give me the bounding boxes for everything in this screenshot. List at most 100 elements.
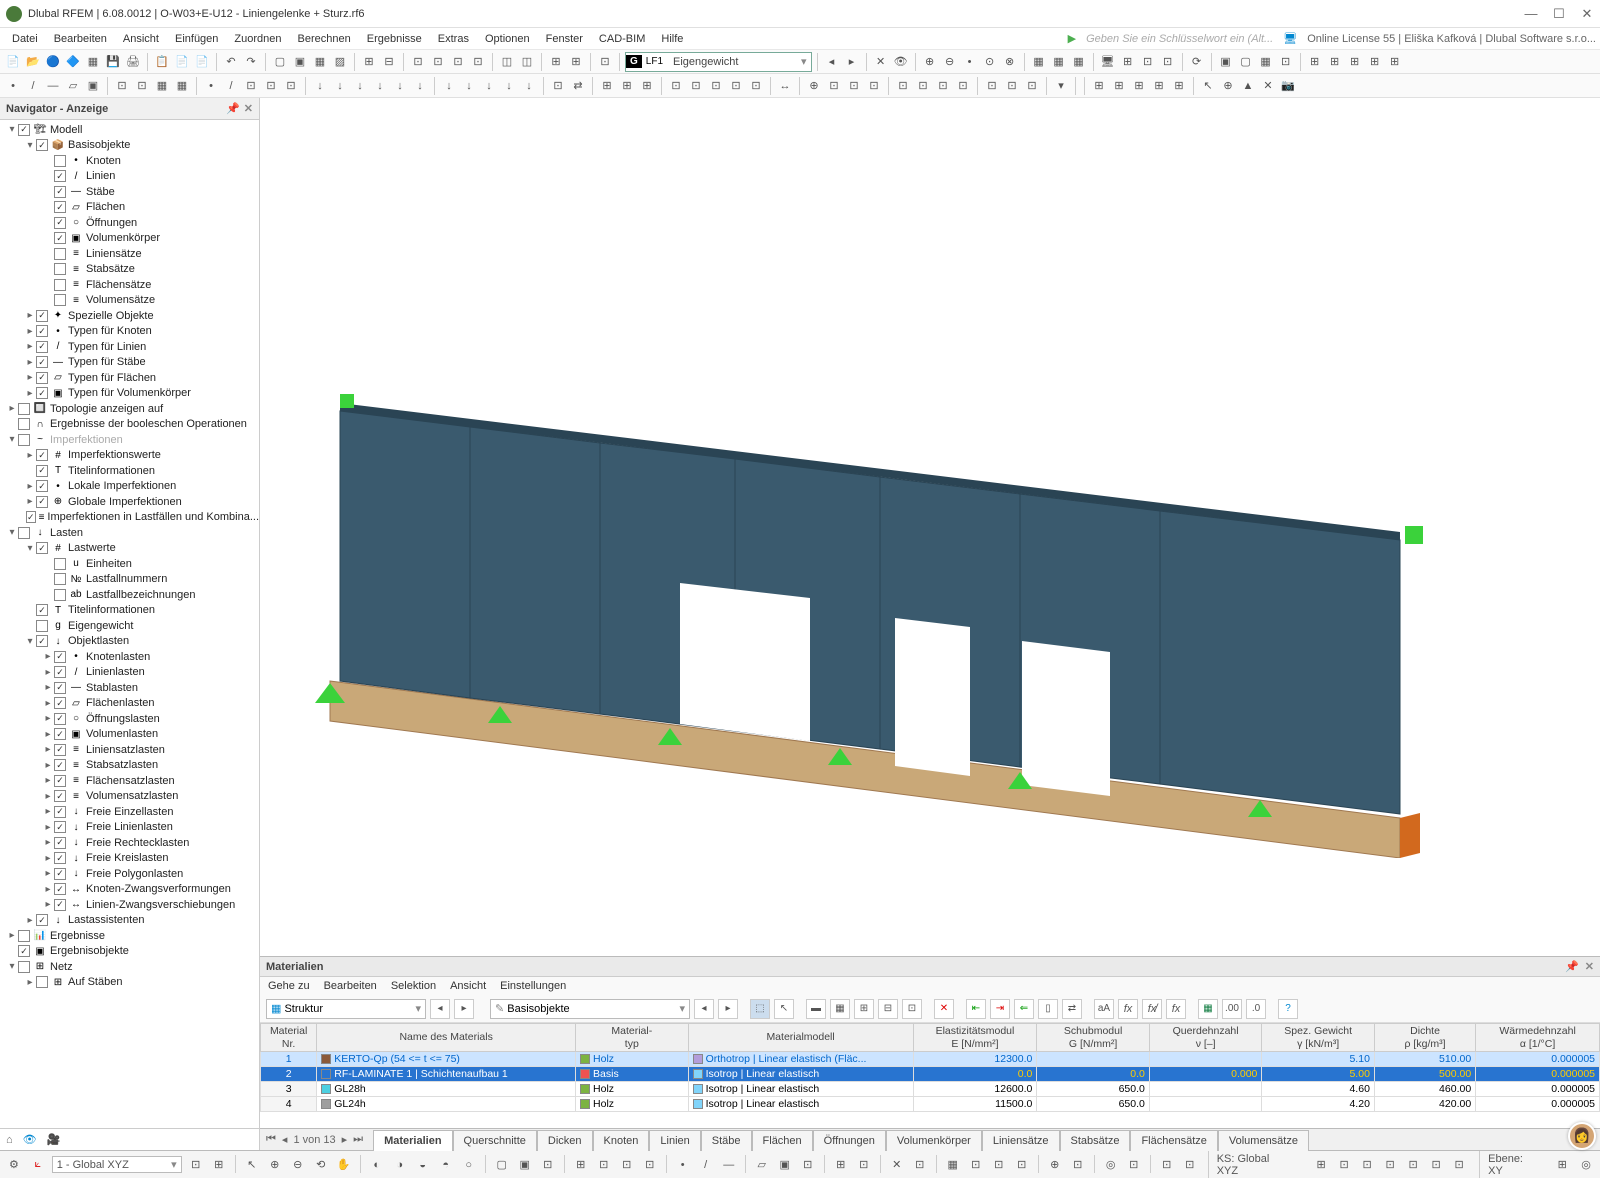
link-icon[interactable]: ⇄ bbox=[1062, 999, 1082, 1019]
tree-item-0[interactable]: ▾🏗Modell bbox=[0, 122, 259, 138]
tree-twisty[interactable]: ▸ bbox=[6, 403, 18, 414]
tree-item-42[interactable]: ▸≡Flächensatzlasten bbox=[0, 773, 259, 789]
tab-knoten[interactable]: Knoten bbox=[593, 1130, 650, 1151]
tree-twisty[interactable]: ▸ bbox=[24, 450, 36, 461]
tree-item-34[interactable]: ▸•Knotenlasten bbox=[0, 649, 259, 665]
tree-item-52[interactable]: ▸📊Ergebnisse bbox=[0, 928, 259, 944]
tree-checkbox[interactable] bbox=[54, 155, 66, 167]
tree-twisty[interactable]: ▸ bbox=[42, 884, 54, 895]
toolbar2-btn-65[interactable]: ⊞ bbox=[1150, 77, 1168, 95]
toolbar1-btn-17[interactable]: ▦ bbox=[311, 53, 329, 71]
tree-checkbox[interactable] bbox=[54, 573, 66, 585]
tree-twisty[interactable]: ▸ bbox=[42, 806, 54, 817]
menu-fenster[interactable]: Fenster bbox=[538, 31, 591, 47]
status-icon-0[interactable]: ⊡ bbox=[186, 1155, 206, 1175]
toolbar2-btn-72[interactable]: 📷 bbox=[1279, 77, 1297, 95]
status-icon-38[interactable]: ▦ bbox=[943, 1155, 963, 1175]
toolbar2-btn-9[interactable]: ▦ bbox=[173, 77, 191, 95]
tree-item-46[interactable]: ▸↓Freie Rechtecklasten bbox=[0, 835, 259, 851]
toolbar1-btn-57[interactable]: ⊡ bbox=[1159, 53, 1177, 71]
tree-item-51[interactable]: ▸↓Lastassistenten bbox=[0, 913, 259, 929]
tree-item-47[interactable]: ▸↓Freie Kreislasten bbox=[0, 851, 259, 867]
nav-prev2-icon[interactable]: ◂ bbox=[694, 999, 714, 1019]
tree-item-43[interactable]: ▸≡Volumensatzlasten bbox=[0, 789, 259, 805]
tree-twisty[interactable]: ▸ bbox=[24, 915, 36, 926]
tree-checkbox[interactable] bbox=[54, 682, 66, 694]
toolbar1-btn-29[interactable]: ◫ bbox=[518, 53, 536, 71]
tree-item-20[interactable]: ▾~Imperfektionen bbox=[0, 432, 259, 448]
status-icon-7[interactable]: ✋ bbox=[334, 1155, 354, 1175]
tree-checkbox[interactable] bbox=[54, 821, 66, 833]
mat-menu-einstellungen[interactable]: Einstellungen bbox=[500, 980, 566, 992]
tree-checkbox[interactable] bbox=[18, 527, 30, 539]
tree-twisty[interactable]: ▸ bbox=[42, 698, 54, 709]
toolbar2-btn-0[interactable]: • bbox=[4, 77, 22, 95]
tab-materialien[interactable]: Materialien bbox=[373, 1130, 452, 1151]
tree-checkbox[interactable] bbox=[36, 604, 48, 616]
toolbar2-btn-2[interactable]: — bbox=[44, 77, 62, 95]
tree-twisty[interactable]: ▸ bbox=[42, 853, 54, 864]
toolbar2-btn-25[interactable]: ↓ bbox=[460, 77, 478, 95]
status-icon-36[interactable]: ⊡ bbox=[910, 1155, 930, 1175]
nav-camera-icon[interactable]: 🎥 bbox=[47, 1133, 61, 1146]
toolbar2-btn-31[interactable]: ⇄ bbox=[569, 77, 587, 95]
tree-twisty[interactable]: ▾ bbox=[24, 636, 36, 647]
toolbar2-btn-3[interactable]: ▱ bbox=[64, 77, 82, 95]
toolbar2-btn-19[interactable]: ↓ bbox=[351, 77, 369, 95]
toolbar1-btn-15[interactable]: ▢ bbox=[271, 53, 289, 71]
tree-checkbox[interactable] bbox=[54, 759, 66, 771]
toolbar1-btn-18[interactable]: ▨ bbox=[331, 53, 349, 71]
tree-checkbox[interactable] bbox=[54, 666, 66, 678]
toolbar2-btn-35[interactable]: ⊞ bbox=[638, 77, 656, 95]
export-icon[interactable]: ⇥ bbox=[990, 999, 1010, 1019]
tree-item-8[interactable]: ≡Liniensätze bbox=[0, 246, 259, 262]
tree-item-11[interactable]: ≡Volumensätze bbox=[0, 293, 259, 309]
tree-checkbox[interactable] bbox=[54, 279, 66, 291]
tree-twisty[interactable]: ▸ bbox=[24, 388, 36, 399]
status2-icon-2[interactable]: ⊡ bbox=[1357, 1155, 1377, 1175]
mat-row[interactable]: 1KERTO-Qp (54 <= t <= 75)HolzOrthotrop |… bbox=[261, 1052, 1600, 1067]
tree-checkbox[interactable] bbox=[26, 511, 36, 523]
toolbar1-btn-54[interactable]: 🖥 bbox=[1099, 53, 1117, 71]
status-home-icon[interactable]: ⚙ bbox=[4, 1155, 24, 1175]
tree-twisty[interactable]: ▸ bbox=[42, 729, 54, 740]
status-icon-15[interactable]: ▢ bbox=[492, 1155, 512, 1175]
search-icon[interactable]: ▶ bbox=[1068, 32, 1076, 45]
tree-item-54[interactable]: ▾⊞Netz bbox=[0, 959, 259, 975]
tree-item-7[interactable]: ▣Volumenkörper bbox=[0, 231, 259, 247]
navigator-pin-icon[interactable]: 📌 bbox=[226, 102, 240, 115]
mat-row[interactable]: 3GL28hHolzIsotrop | Linear elastisch1260… bbox=[261, 1082, 1600, 1097]
toolbar1-btn-26[interactable]: ⊡ bbox=[469, 53, 487, 71]
cursor-icon[interactable]: ↖ bbox=[774, 999, 794, 1019]
tree-item-38[interactable]: ▸○Öffnungslasten bbox=[0, 711, 259, 727]
tree-twisty[interactable]: ▸ bbox=[24, 481, 36, 492]
tree-checkbox[interactable] bbox=[54, 899, 66, 911]
toolbar2-btn-17[interactable]: ↓ bbox=[311, 77, 329, 95]
toolbar2-btn-21[interactable]: ↓ bbox=[391, 77, 409, 95]
status-icon-21[interactable]: ⊡ bbox=[617, 1155, 637, 1175]
toolbar2-btn-48[interactable]: ⊡ bbox=[865, 77, 883, 95]
tree-item-12[interactable]: ▸✦Spezielle Objekte bbox=[0, 308, 259, 324]
mat-header[interactable]: Materialmodell bbox=[688, 1024, 913, 1052]
toolbar1-btn-3[interactable]: 🔷 bbox=[64, 53, 82, 71]
navigator-close-icon[interactable]: ✕ bbox=[244, 102, 253, 115]
menu-datei[interactable]: Datei bbox=[4, 31, 46, 47]
tree-twisty[interactable]: ▸ bbox=[42, 899, 54, 910]
status-icon-22[interactable]: ⊡ bbox=[640, 1155, 660, 1175]
status-icon-24[interactable]: • bbox=[673, 1155, 693, 1175]
tree-item-17[interactable]: ▸▣Typen für Volumenkörper bbox=[0, 386, 259, 402]
tree-twisty[interactable]: ▸ bbox=[24, 372, 36, 383]
toolbar2-btn-46[interactable]: ⊡ bbox=[825, 77, 843, 95]
toolbar2-btn-6[interactable]: ⊡ bbox=[113, 77, 131, 95]
toolbar2-btn-51[interactable]: ⊡ bbox=[914, 77, 932, 95]
status-icon-32[interactable]: ⊞ bbox=[831, 1155, 851, 1175]
fx3-icon[interactable]: fx bbox=[1166, 999, 1186, 1019]
materials-pin-icon[interactable]: 📌 bbox=[1565, 960, 1579, 973]
toolbar1-btn-12[interactable]: ↶ bbox=[222, 53, 240, 71]
tree-twisty[interactable]: ▸ bbox=[42, 868, 54, 879]
tree-item-40[interactable]: ▸≡Liniensatzlasten bbox=[0, 742, 259, 758]
tree-twisty[interactable]: ▸ bbox=[24, 496, 36, 507]
basisobjekte-combo[interactable]: ✎ Basisobjekte▾ bbox=[490, 999, 690, 1019]
tree-checkbox[interactable] bbox=[18, 418, 30, 430]
toolbar1-btn-63[interactable]: ▦ bbox=[1257, 53, 1275, 71]
